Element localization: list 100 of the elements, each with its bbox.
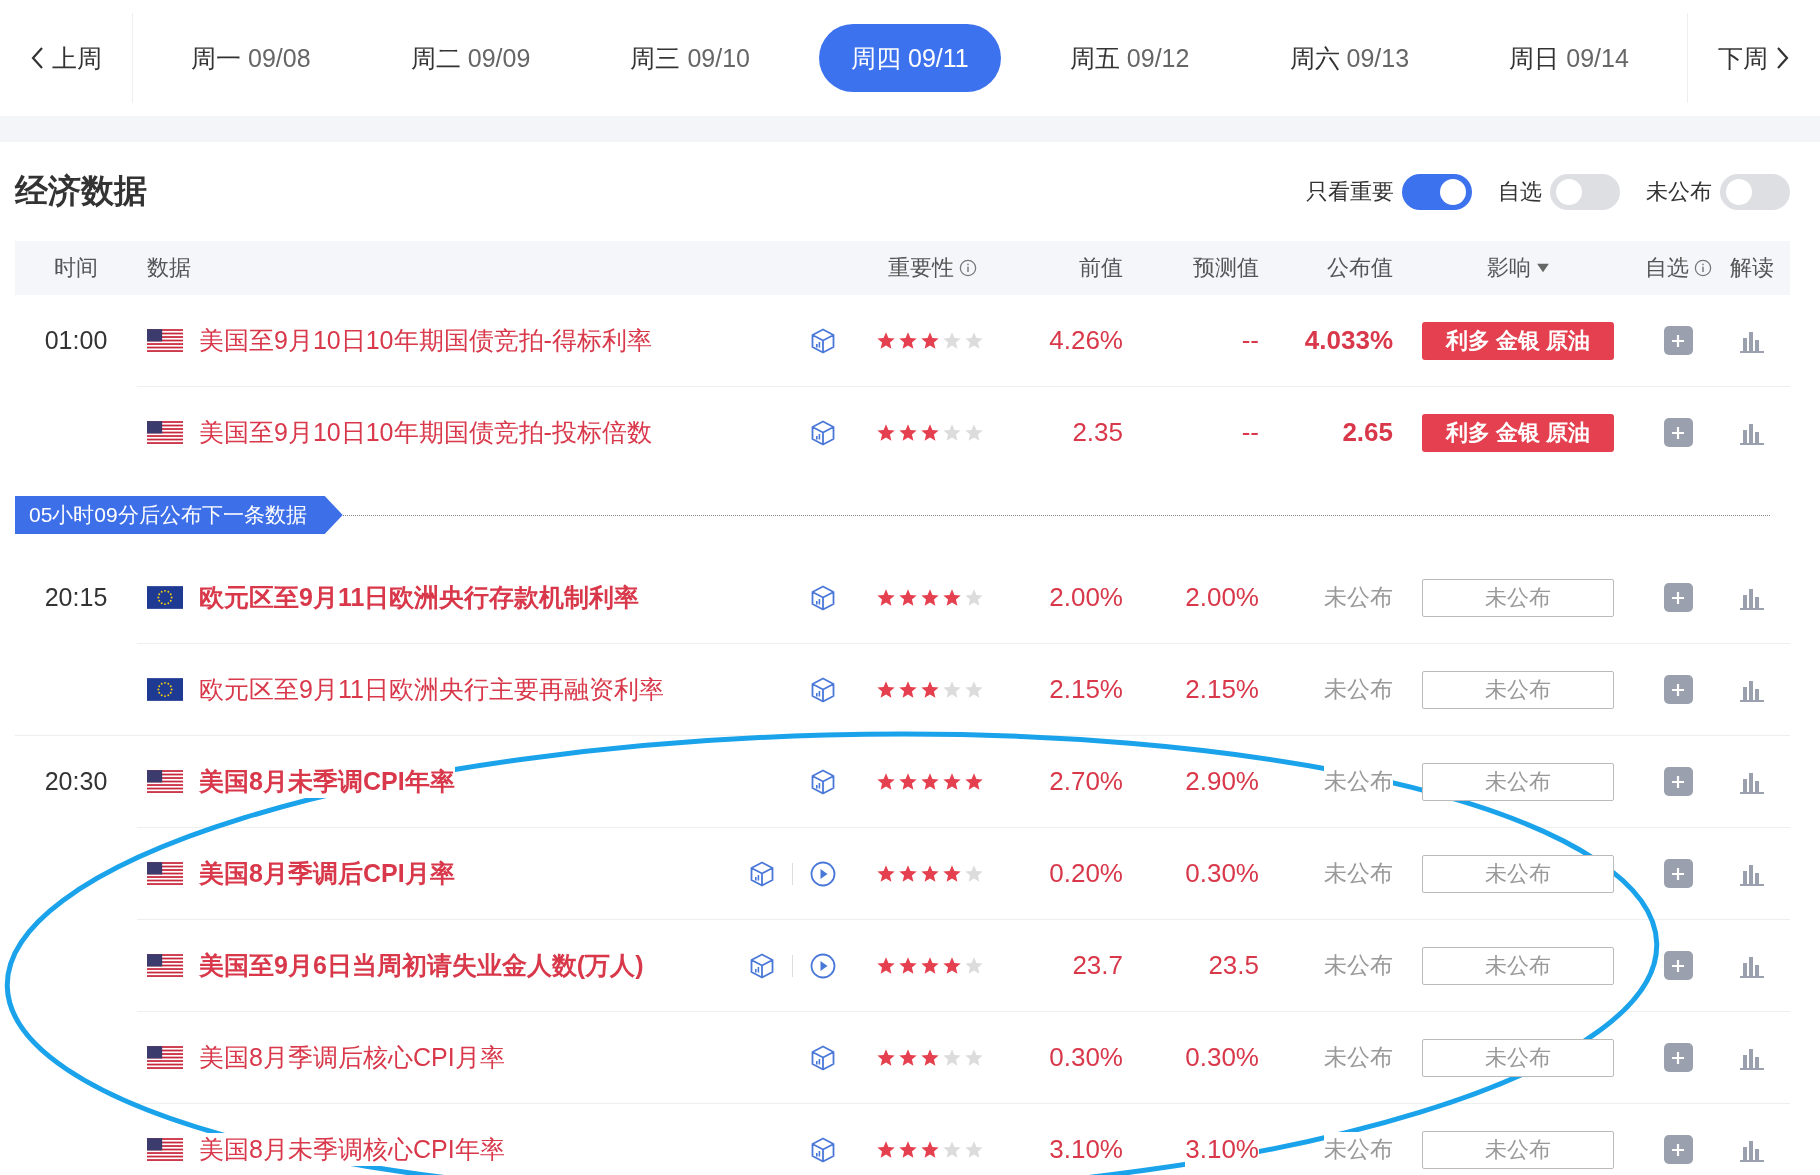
star-icon bbox=[920, 863, 940, 884]
chevron-left-icon bbox=[30, 46, 44, 70]
day-tab[interactable]: 周一 09/08 bbox=[159, 24, 342, 92]
column-header: 重要性 bbox=[888, 254, 954, 282]
add-button[interactable] bbox=[1663, 951, 1693, 980]
day-tab[interactable]: 周二 09/09 bbox=[379, 24, 562, 92]
impact-status: 未公布 bbox=[1422, 946, 1614, 985]
star-icon bbox=[920, 587, 940, 608]
plus-icon bbox=[1671, 1050, 1685, 1065]
column-header: 公布值 bbox=[1327, 254, 1393, 282]
impact-status: 未公布 bbox=[1422, 854, 1614, 893]
add-button[interactable] bbox=[1663, 859, 1693, 888]
cube-icon[interactable] bbox=[809, 583, 837, 612]
star-icon bbox=[876, 330, 896, 351]
add-button[interactable] bbox=[1663, 1135, 1693, 1164]
star-icon bbox=[942, 1047, 962, 1068]
star-icon bbox=[876, 863, 896, 884]
star-icon bbox=[964, 1139, 984, 1160]
next-week-button[interactable]: 下周 bbox=[1688, 41, 1820, 75]
star-icon bbox=[876, 1139, 896, 1160]
day-tab[interactable]: 周四 09/11 bbox=[818, 24, 1001, 92]
plus-icon bbox=[1671, 333, 1685, 348]
flag-icon bbox=[147, 1138, 183, 1161]
toggle-switch[interactable] bbox=[1720, 173, 1790, 210]
previous-week-button[interactable]: 上周 bbox=[0, 41, 132, 75]
add-button[interactable] bbox=[1663, 767, 1693, 796]
add-button[interactable] bbox=[1663, 418, 1693, 447]
impact-tag: 利多 金银 原油 bbox=[1422, 413, 1614, 452]
star-icon bbox=[898, 422, 918, 443]
cube-icon[interactable] bbox=[809, 1043, 837, 1072]
star-icon bbox=[898, 330, 918, 351]
flag-icon bbox=[147, 421, 183, 444]
star-icon bbox=[920, 679, 940, 700]
plus-icon bbox=[1671, 682, 1685, 697]
impact-tag: 利多 金银 原油 bbox=[1422, 321, 1614, 360]
star-icon bbox=[898, 955, 918, 976]
star-icon bbox=[942, 330, 962, 351]
column-header: 自选 bbox=[1644, 254, 1689, 282]
star-icon bbox=[942, 863, 962, 884]
day-tab[interactable]: 周六 09/13 bbox=[1258, 24, 1441, 92]
cube-icon[interactable] bbox=[809, 767, 837, 796]
star-icon bbox=[876, 1047, 896, 1068]
time-label: 01:00 bbox=[43, 325, 109, 356]
flag-icon bbox=[147, 1046, 183, 1069]
star-icon bbox=[876, 422, 896, 443]
column-header: 预测值 bbox=[1193, 254, 1259, 282]
info-icon bbox=[959, 259, 977, 277]
cube-icon[interactable] bbox=[809, 1135, 837, 1164]
impact-status: 未公布 bbox=[1422, 578, 1614, 617]
column-header: 解读 bbox=[1729, 254, 1774, 282]
play-icon[interactable] bbox=[809, 951, 837, 980]
star-icon bbox=[920, 955, 940, 976]
impact-status: 未公布 bbox=[1422, 1038, 1614, 1077]
info-icon bbox=[1693, 259, 1712, 277]
star-icon bbox=[942, 1139, 962, 1160]
time-label: 20:15 bbox=[43, 582, 109, 613]
star-icon bbox=[920, 771, 940, 792]
star-icon bbox=[920, 422, 940, 443]
cube-icon[interactable] bbox=[748, 951, 776, 980]
star-icon bbox=[942, 771, 962, 792]
add-button[interactable] bbox=[1663, 326, 1693, 355]
star-icon bbox=[898, 679, 918, 700]
day-tab[interactable]: 周日 09/14 bbox=[1478, 24, 1661, 92]
star-icon bbox=[898, 1047, 918, 1068]
plus-icon bbox=[1671, 866, 1685, 881]
filter-label: 未公布 bbox=[1646, 177, 1712, 206]
flag-icon bbox=[147, 862, 183, 885]
play-icon[interactable] bbox=[809, 859, 837, 888]
star-icon bbox=[898, 863, 918, 884]
plus-icon bbox=[1671, 958, 1685, 973]
star-icon bbox=[898, 771, 918, 792]
day-tab[interactable]: 周三 09/10 bbox=[599, 24, 782, 92]
toggle-switch[interactable] bbox=[1550, 173, 1620, 210]
impact-status: 未公布 bbox=[1422, 1130, 1614, 1169]
star-icon bbox=[942, 679, 962, 700]
flag-icon bbox=[147, 586, 183, 609]
time-label: 20:30 bbox=[43, 766, 109, 797]
cube-icon[interactable] bbox=[809, 675, 837, 704]
plus-icon bbox=[1671, 1142, 1685, 1157]
flag-icon bbox=[147, 329, 183, 352]
event-name[interactable]: 美国8月未季调核心CPI年率 bbox=[199, 1133, 505, 1166]
add-button[interactable] bbox=[1663, 583, 1693, 612]
event-name[interactable]: 美国至9月6日当周初请失业金人数(万人) bbox=[199, 949, 644, 982]
add-button[interactable] bbox=[1663, 1043, 1693, 1072]
filter-label: 自选 bbox=[1498, 177, 1542, 206]
toggle-switch[interactable] bbox=[1402, 173, 1472, 210]
event-name[interactable]: 美国8月未季调CPI年率 bbox=[199, 765, 455, 798]
add-button[interactable] bbox=[1663, 675, 1693, 704]
countdown-banner: 05小时09分后公布下一条数据 bbox=[15, 496, 343, 534]
column-header: 前值 bbox=[1079, 254, 1123, 282]
cube-icon[interactable] bbox=[809, 326, 837, 355]
section-title: 经济数据 bbox=[15, 171, 147, 211]
filter-label: 只看重要 bbox=[1306, 177, 1394, 206]
star-icon bbox=[942, 422, 962, 443]
cube-icon[interactable] bbox=[748, 859, 776, 888]
star-icon bbox=[898, 587, 918, 608]
star-icon bbox=[964, 422, 984, 443]
impact-status: 未公布 bbox=[1422, 670, 1614, 709]
cube-icon[interactable] bbox=[809, 418, 837, 447]
day-tab[interactable]: 周五 09/12 bbox=[1038, 24, 1221, 92]
